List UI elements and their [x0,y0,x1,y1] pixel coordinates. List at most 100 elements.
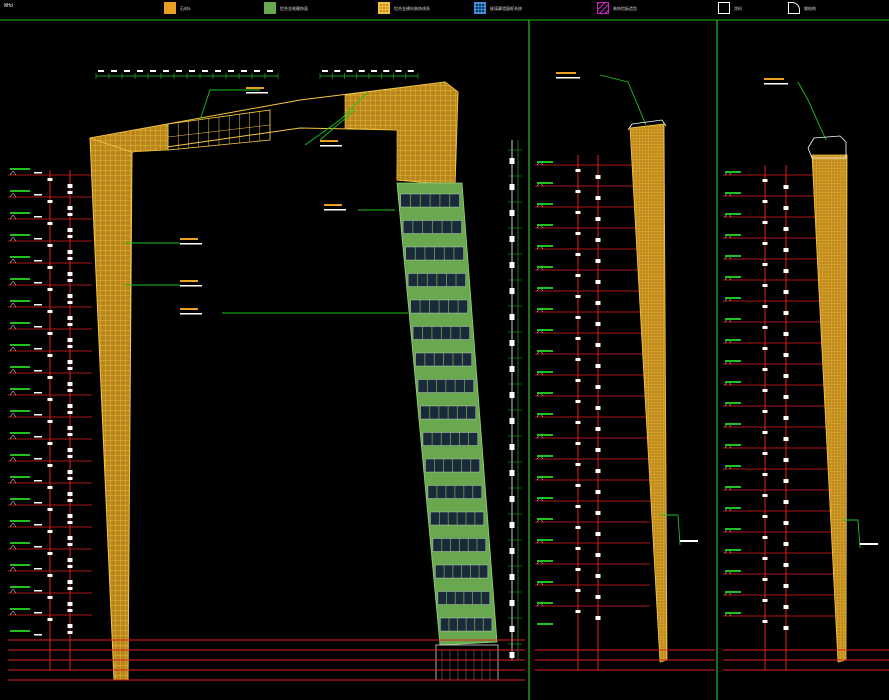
dimension-text-mark [595,595,601,599]
dimension-text-mark [575,484,581,487]
level-label-mark [537,308,553,310]
dimension-text-mark [575,190,581,193]
level-label-mark [34,568,42,570]
level-label-mark [537,161,553,163]
dimension-text-mark [509,314,515,320]
dimension-text-mark [47,530,53,533]
dimension-text-mark [202,70,208,72]
dimension-text-mark [67,191,73,194]
dimension-text-mark [575,547,581,550]
dimension-text-mark [575,568,581,571]
dimension-text-mark [575,274,581,277]
annotation-text-mark [320,140,338,142]
level-label-mark [725,339,741,341]
dimension-text-mark [47,442,53,445]
annotation-text-mark [556,77,580,79]
level-label-mark [725,255,741,257]
level-label-mark [725,570,741,572]
dimension-text-mark [595,469,601,473]
annotation-text-mark [556,72,576,74]
dimension-text-mark [575,610,581,613]
level-label-mark [34,282,42,284]
dimension-text-mark [67,411,73,414]
dimension-text-mark [575,526,581,529]
dimension-text-mark [509,366,515,372]
dimension-text-mark [575,379,581,382]
dimension-text-mark [67,543,73,546]
dimension-text-mark [67,631,73,634]
dimension-text-mark [595,553,601,557]
dimension-text-mark [47,332,53,335]
dimension-text-mark [67,492,73,496]
level-marker-icon [9,346,17,352]
dimension-text-mark [47,354,53,357]
level-label-mark [34,480,42,482]
left-stone-pier [89,137,133,681]
annotation-text-mark [180,308,198,310]
dimension-text-mark [47,244,53,247]
dimension-text-mark [47,508,53,511]
level-label-mark [725,213,741,215]
dimension-text-mark [783,206,789,210]
level-label-mark [10,586,30,588]
dimension-text-mark [67,184,73,188]
level-label-mark [10,366,30,368]
level-label-mark [537,413,553,415]
dimension-text-mark [509,392,515,398]
dimension-text-mark [215,70,221,72]
elevation-drawing [0,19,889,700]
level-label-mark [537,350,553,352]
dimension-text-mark [575,589,581,592]
dimension-text-mark [67,213,73,216]
dimension-text-mark [67,345,73,348]
dimension-text-mark [509,652,515,658]
dimension-text-mark [762,494,768,497]
level-marker-icon [9,192,17,198]
dimension-text-mark [575,442,581,445]
dimension-text-mark [595,574,601,578]
dimension-text-mark [67,514,73,518]
dimension-text-mark [67,323,73,326]
dimension-text-mark [67,235,73,238]
dimension-text-mark [509,470,515,476]
dimension-text-mark [575,463,581,466]
dimension-text-mark [47,178,53,181]
level-label-mark [537,224,553,226]
dimension-text-mark [595,196,601,200]
annotation-text-mark [180,285,202,287]
dimension-text-mark [67,382,73,386]
dimension-text-mark [67,448,73,452]
level-label-mark [537,560,553,562]
dimension-text-mark [762,389,768,392]
dimension-text-mark [509,444,515,450]
dimension-text-mark [762,305,768,308]
dimension-text-mark [595,385,601,389]
level-label-mark [537,476,553,478]
level-label-mark [34,458,42,460]
level-label-mark [10,630,30,632]
dimension-text-mark [762,242,768,245]
dimension-text-mark [762,284,768,287]
dimension-text-mark [783,269,789,273]
dimension-text-mark [228,70,234,72]
level-marker-icon [9,324,17,330]
dimension-text-mark [783,479,789,483]
stone-tower-slab [811,154,848,663]
annotation-leader [599,74,647,126]
level-marker-icon [9,500,17,506]
dimension-text-mark [783,563,789,567]
annotation-text-mark [324,209,346,211]
dimension-text-mark [783,521,789,525]
dimension-text-mark [762,179,768,182]
level-marker-icon [9,170,17,176]
dimension-text-mark [383,70,390,72]
level-label-mark [537,539,553,541]
dimension-text-mark [47,552,53,555]
level-label-mark [34,546,42,548]
dimension-text-mark [762,452,768,455]
level-label-mark [537,203,553,205]
dimension-text-mark [176,70,182,72]
dimension-text-mark [67,455,73,458]
dimension-text-mark [509,262,515,268]
dimension-text-mark [595,427,601,431]
